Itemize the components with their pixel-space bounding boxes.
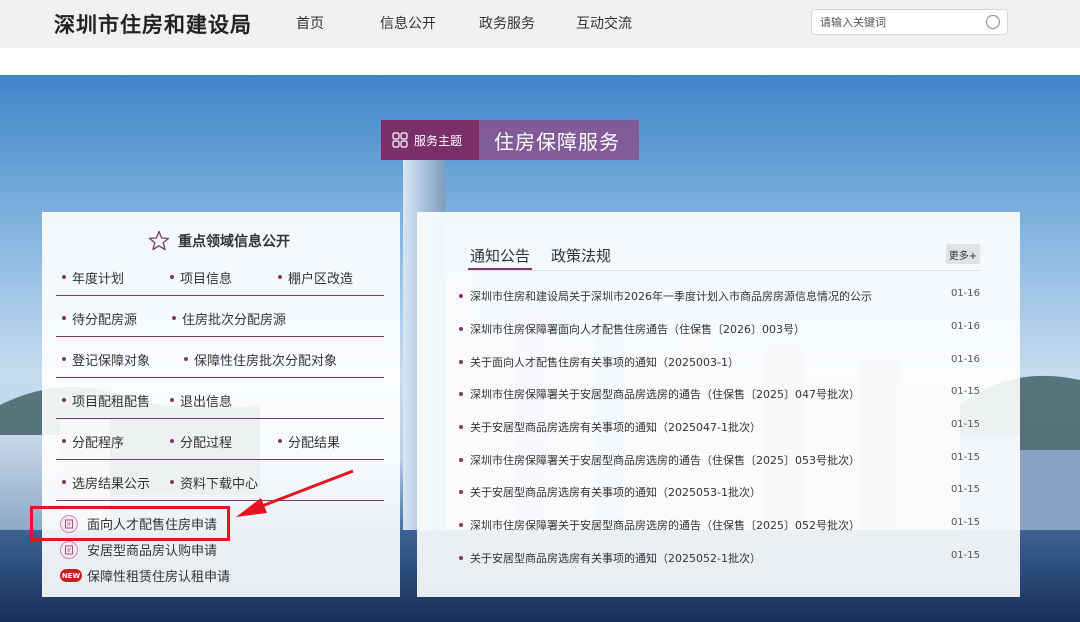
site-title[interactable]: 深圳市住房和建设局 (54, 9, 252, 39)
news-item[interactable]: 深圳市住房保障署面向人才配售住房通告（住保售〔2026〕003号） 01-16 (459, 319, 980, 339)
link-batch-allocation-objects[interactable]: 保障性住房批次分配对象 (183, 350, 337, 369)
news-title: 深圳市住房保障署关于安居型商品房选房的通告（住保售〔2025〕053号批次） (470, 454, 860, 467)
news-date: 01-16 (950, 321, 980, 332)
news-item[interactable]: 深圳市住房和建设局关于深圳市2026年一季度计划入市商品房房源信息情况的公示 01… (459, 286, 980, 306)
info-row: 项目配租配售 退出信息 (56, 378, 384, 419)
active-tab-indicator (468, 268, 532, 270)
news-item[interactable]: 深圳市住房保障署关于安居型商品房选房的通告（住保售〔2025〕053号批次） 01… (459, 450, 980, 470)
news-item[interactable]: 关于面向人才配售住房有关事项的通知（2025003-1） 01-16 (459, 352, 980, 372)
info-row: 选房结果公示 资料下载中心 (56, 460, 384, 501)
highlight-box (30, 506, 230, 541)
news-title: 深圳市住房保障署关于安居型商品房选房的通告（住保售〔2025〕052号批次） (470, 519, 860, 532)
news-title: 深圳市住房保障署面向人才配售住房通告（住保售〔2026〕003号） (470, 323, 805, 336)
panel-title: 重点领域信息公开 (148, 230, 290, 252)
news-date: 01-15 (950, 484, 980, 495)
nav-interaction[interactable]: 互动交流 (576, 13, 632, 33)
link-shantytown-renovation[interactable]: 棚户区改造 (277, 268, 353, 287)
news-title: 深圳市住房和建设局关于深圳市2026年一季度计划入市商品房房源信息情况的公示 (470, 290, 872, 303)
info-row: 年度计划 项目信息 棚户区改造 (56, 255, 384, 296)
search-icon[interactable] (985, 14, 1001, 30)
news-date: 01-15 (950, 517, 980, 528)
nav-info-disclosure[interactable]: 信息公开 (380, 13, 436, 33)
rental-housing-application[interactable]: NEW 保障性租赁住房认租申请 (60, 566, 230, 585)
news-date: 01-16 (950, 288, 980, 299)
tab-divider (468, 270, 980, 271)
info-row: 分配程序 分配过程 分配结果 (56, 419, 384, 460)
link-registered-objects[interactable]: 登记保障对象 (61, 350, 150, 369)
news-item[interactable]: 深圳市住房保障署关于安居型商品房选房的通告（住保售〔2025〕047号批次） 01… (459, 384, 980, 404)
news-date: 01-15 (950, 452, 980, 463)
link-annual-plan[interactable]: 年度计划 (61, 268, 124, 287)
link-allocation-result[interactable]: 分配结果 (277, 432, 340, 451)
news-panel: 通知公告 政策法规 更多+ 深圳市住房和建设局关于深圳市2026年一季度计划入市… (417, 212, 1020, 597)
news-date: 01-15 (950, 386, 980, 397)
link-selection-results[interactable]: 选房结果公示 (61, 473, 150, 492)
link-rental-sale[interactable]: 项目配租配售 (61, 391, 150, 410)
service-theme-label-box: 服务主题 (381, 120, 479, 160)
news-title: 关于面向人才配售住房有关事项的通知（2025003-1） (470, 356, 739, 369)
banner-title: 住房保障服务 (479, 120, 639, 160)
news-date: 01-15 (950, 419, 980, 430)
news-item[interactable]: 关于安居型商品房选房有关事项的通知（2025047-1批次） 01-15 (459, 417, 980, 437)
more-button[interactable]: 更多+ (946, 244, 980, 264)
news-item[interactable]: 关于安居型商品房选房有关事项的通知（2025052-1批次） 01-15 (459, 548, 980, 568)
affordable-housing-application[interactable]: 安居型商品房认购申请 (60, 540, 217, 559)
news-title: 关于安居型商品房选房有关事项的通知（2025053-1批次） (470, 486, 761, 499)
news-item[interactable]: 关于安居型商品房选房有关事项的通知（2025053-1批次） 01-15 (459, 482, 980, 502)
news-title: 深圳市住房保障署关于安居型商品房选房的通告（住保售〔2025〕047号批次） (470, 388, 860, 401)
nav-home[interactable]: 首页 (296, 13, 324, 33)
tab-policies[interactable]: 政策法规 (551, 245, 611, 266)
info-row: 待分配房源 住房批次分配房源 (56, 296, 384, 337)
service-theme-label: 服务主题 (414, 133, 463, 148)
star-icon (148, 230, 170, 251)
application-label: 安居型商品房认购申请 (87, 544, 218, 559)
news-date: 01-16 (950, 354, 980, 365)
link-allocation-procedure[interactable]: 分配程序 (61, 432, 124, 451)
link-allocation-process[interactable]: 分配过程 (169, 432, 232, 451)
search-input[interactable] (820, 13, 980, 31)
news-item[interactable]: 深圳市住房保障署关于安居型商品房选房的通告（住保售〔2025〕052号批次） 01… (459, 515, 980, 535)
grid-icon (392, 132, 408, 148)
link-batch-housing[interactable]: 住房批次分配房源 (171, 309, 286, 328)
top-header: 深圳市住房和建设局 首页 信息公开 政务服务 互动交流 (0, 0, 1080, 48)
search-box (811, 9, 1008, 35)
news-date: 01-15 (950, 550, 980, 561)
application-label: 保障性租赁住房认租申请 (87, 570, 231, 585)
service-theme-banner: 服务主题 住房保障服务 (381, 120, 639, 160)
nav-government-services[interactable]: 政务服务 (479, 13, 535, 33)
info-row: 登记保障对象 保障性住房批次分配对象 (56, 337, 384, 378)
link-download-center[interactable]: 资料下载中心 (169, 473, 258, 492)
new-badge: NEW (60, 569, 82, 582)
link-pending-housing[interactable]: 待分配房源 (61, 309, 137, 328)
tab-notices[interactable]: 通知公告 (470, 245, 530, 266)
document-icon (60, 540, 78, 559)
panel-title-text: 重点领域信息公开 (178, 234, 290, 250)
link-project-info[interactable]: 项目信息 (169, 268, 232, 287)
news-title: 关于安居型商品房选房有关事项的通知（2025047-1批次） (470, 421, 761, 434)
link-exit-info[interactable]: 退出信息 (169, 391, 232, 410)
news-title: 关于安居型商品房选房有关事项的通知（2025052-1批次） (470, 552, 761, 565)
